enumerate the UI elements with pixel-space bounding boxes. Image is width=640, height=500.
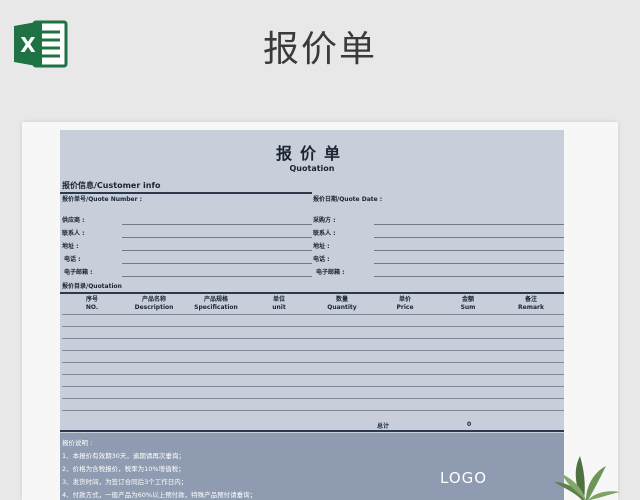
document-title: 报价单 xyxy=(275,144,348,163)
address-label-left: 地址 : xyxy=(62,243,79,250)
col-remark: 备注 Remark xyxy=(518,296,544,311)
table-top-rule xyxy=(60,292,564,294)
supplier-field-line[interactable] xyxy=(122,224,312,225)
contact-label-right: 联系人 : xyxy=(313,230,336,237)
quotation-list-heading: 报价目录/Quotation xyxy=(62,283,122,290)
phone-field-line-right[interactable] xyxy=(374,263,564,264)
col-specification: 产品规格 Specification xyxy=(194,296,238,311)
email-label-left: 电子邮箱 : xyxy=(64,269,93,276)
page-title: 报价单 xyxy=(262,29,377,70)
notes-panel: 报价说明 : 1、本报价有效期30天，逾期请再次垂询； 2、价格为含税报价，税率… xyxy=(60,433,564,500)
address-label-right: 地址 : xyxy=(313,243,330,250)
table-bottom-rule xyxy=(60,430,564,432)
col-description: 产品名称 Description xyxy=(134,296,174,311)
note-item: 4、付款方式，一般产品为60%以上预付款，特殊产品预付请垂询； xyxy=(62,491,257,499)
logo-placeholder: LOGO xyxy=(440,469,488,487)
contact-label-left: 联系人 : xyxy=(62,230,85,237)
email-label-right: 电子邮箱 : xyxy=(316,269,345,276)
table-row[interactable] xyxy=(62,326,564,327)
address-field-line-left[interactable] xyxy=(122,250,312,251)
quotation-document: 报价单 Quotation 报价信息/Customer info 报价单号/Qu… xyxy=(60,130,564,500)
phone-label-left: 电话 : xyxy=(64,256,81,263)
col-sum: 金额 Sum xyxy=(460,296,476,311)
quote-number-label: 报价单号/Quote Number : xyxy=(62,196,143,203)
col-price: 单价 Price xyxy=(396,296,414,311)
table-row[interactable] xyxy=(62,386,564,387)
note-item: 3、发货时间，为签订合同后3个工作日内； xyxy=(62,478,188,486)
plant-icon xyxy=(554,456,620,500)
table-row[interactable] xyxy=(62,338,564,339)
note-item: 2、价格为含税报价，税率为10%增值税； xyxy=(62,465,185,473)
phone-label-right: 电话 : xyxy=(313,256,330,263)
col-no: 序号 NO. xyxy=(85,296,99,311)
email-field-line-left[interactable] xyxy=(122,276,312,277)
contact-field-line-left[interactable] xyxy=(122,237,312,238)
total-label: 总计 xyxy=(377,423,390,430)
table-row[interactable] xyxy=(62,362,564,363)
col-unit: 单位 unit xyxy=(272,296,286,311)
table-row[interactable] xyxy=(62,374,564,375)
buyer-field-line[interactable] xyxy=(374,224,564,225)
buyer-label: 采购方 : xyxy=(313,217,336,224)
document-subtitle: Quotation xyxy=(289,164,335,173)
total-value: 0 xyxy=(467,421,472,428)
contact-field-line-right[interactable] xyxy=(374,237,564,238)
address-field-line-right[interactable] xyxy=(374,250,564,251)
note-item: 1、本报价有效期30天，逾期请再次垂询； xyxy=(62,452,185,460)
quote-date-label: 报价日期/Quote Date : xyxy=(313,196,383,203)
col-quantity: 数量 Quantity xyxy=(327,296,357,311)
phone-field-line-left[interactable] xyxy=(122,263,312,264)
table-row[interactable] xyxy=(62,410,564,411)
table-row[interactable] xyxy=(62,314,564,315)
supplier-label: 供应商 : xyxy=(62,217,85,224)
notes-title: 报价说明 : xyxy=(62,439,93,447)
customer-info-heading: 报价信息/Customer info xyxy=(62,181,161,190)
table-row[interactable] xyxy=(62,398,564,399)
email-field-line-right[interactable] xyxy=(374,276,564,277)
table-row[interactable] xyxy=(62,350,564,351)
